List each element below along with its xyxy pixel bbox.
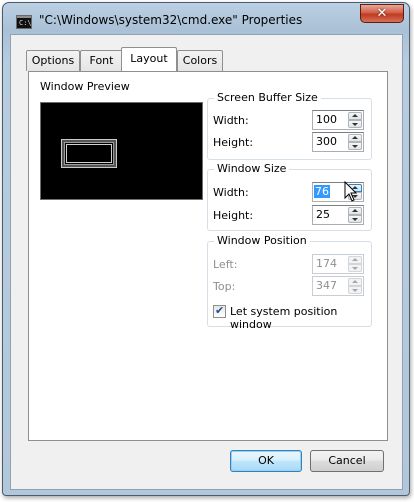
spin-up-icon[interactable]	[348, 112, 362, 120]
tab-font[interactable]: Font	[80, 50, 123, 71]
cmd-app-icon: C:\	[16, 15, 32, 29]
spin-up-icon[interactable]	[348, 134, 362, 142]
spin-down-icon[interactable]	[348, 142, 362, 150]
spin-down-icon[interactable]	[348, 120, 362, 128]
buffer-height-value[interactable]: 300	[316, 135, 337, 148]
buffer-height-spinner[interactable]: 300	[312, 132, 364, 152]
window-position-title: Window Position	[214, 234, 310, 247]
position-left-value: 174	[316, 257, 337, 270]
spin-down-icon[interactable]	[348, 215, 362, 223]
position-left-spinner: 174	[312, 254, 364, 274]
title-bar[interactable]: C:\ "C:\Windows\system32\cmd.exe" Proper…	[3, 3, 409, 35]
buffer-width-value[interactable]: 100	[316, 113, 337, 126]
ok-button[interactable]: OK	[230, 450, 302, 472]
position-left-label: Left:	[213, 258, 238, 271]
window-width-label: Width:	[213, 186, 249, 199]
tab-layout[interactable]: Layout	[121, 47, 177, 71]
window-width-value[interactable]: 76	[314, 185, 330, 198]
spin-down-icon	[348, 286, 362, 294]
buffer-height-label: Height:	[213, 136, 254, 149]
window-title: "C:\Windows\system32\cmd.exe" Properties	[39, 13, 303, 27]
window-height-value[interactable]: 25	[316, 208, 330, 221]
buffer-width-spinner[interactable]: 100	[312, 110, 364, 130]
preview-window-outline	[61, 139, 117, 168]
spin-up-icon[interactable]	[348, 207, 362, 215]
tab-options[interactable]: Options	[26, 50, 80, 71]
window-height-spinner[interactable]: 25	[312, 205, 364, 225]
screen-buffer-size-group: Screen Buffer Size Width: 100 Height: 30…	[207, 91, 372, 160]
window-preview-label: Window Preview	[40, 80, 130, 93]
tab-colors[interactable]: Colors	[177, 50, 223, 71]
spin-up-icon	[348, 278, 362, 286]
close-button[interactable]: ✕	[360, 4, 404, 23]
spin-up-icon	[348, 256, 362, 264]
system-position-checkbox[interactable]	[213, 304, 226, 318]
window-position-group: Window Position Left: 174 Top: 347 ✔ Let…	[207, 234, 372, 331]
buffer-width-label: Width:	[213, 114, 249, 127]
position-top-value: 347	[316, 279, 337, 292]
window-size-title: Window Size	[214, 162, 290, 175]
window-height-label: Height:	[213, 209, 254, 222]
system-position-label[interactable]: Let system position window	[230, 305, 371, 331]
position-top-spinner: 347	[312, 276, 364, 296]
properties-dialog: C:\ "C:\Windows\system32\cmd.exe" Proper…	[2, 2, 410, 496]
mouse-pointer-icon	[344, 181, 358, 202]
dialog-client-area: Options Font Layout Colors Window Previe…	[10, 34, 403, 490]
screen-buffer-size-title: Screen Buffer Size	[214, 91, 321, 104]
layout-tab-panel: Window Preview Screen Buffer Size Width:…	[28, 71, 388, 441]
spin-down-icon	[348, 264, 362, 272]
cancel-button[interactable]: Cancel	[310, 450, 384, 472]
close-icon: ✕	[376, 6, 388, 21]
position-top-label: Top:	[213, 280, 236, 293]
window-preview	[40, 102, 203, 200]
